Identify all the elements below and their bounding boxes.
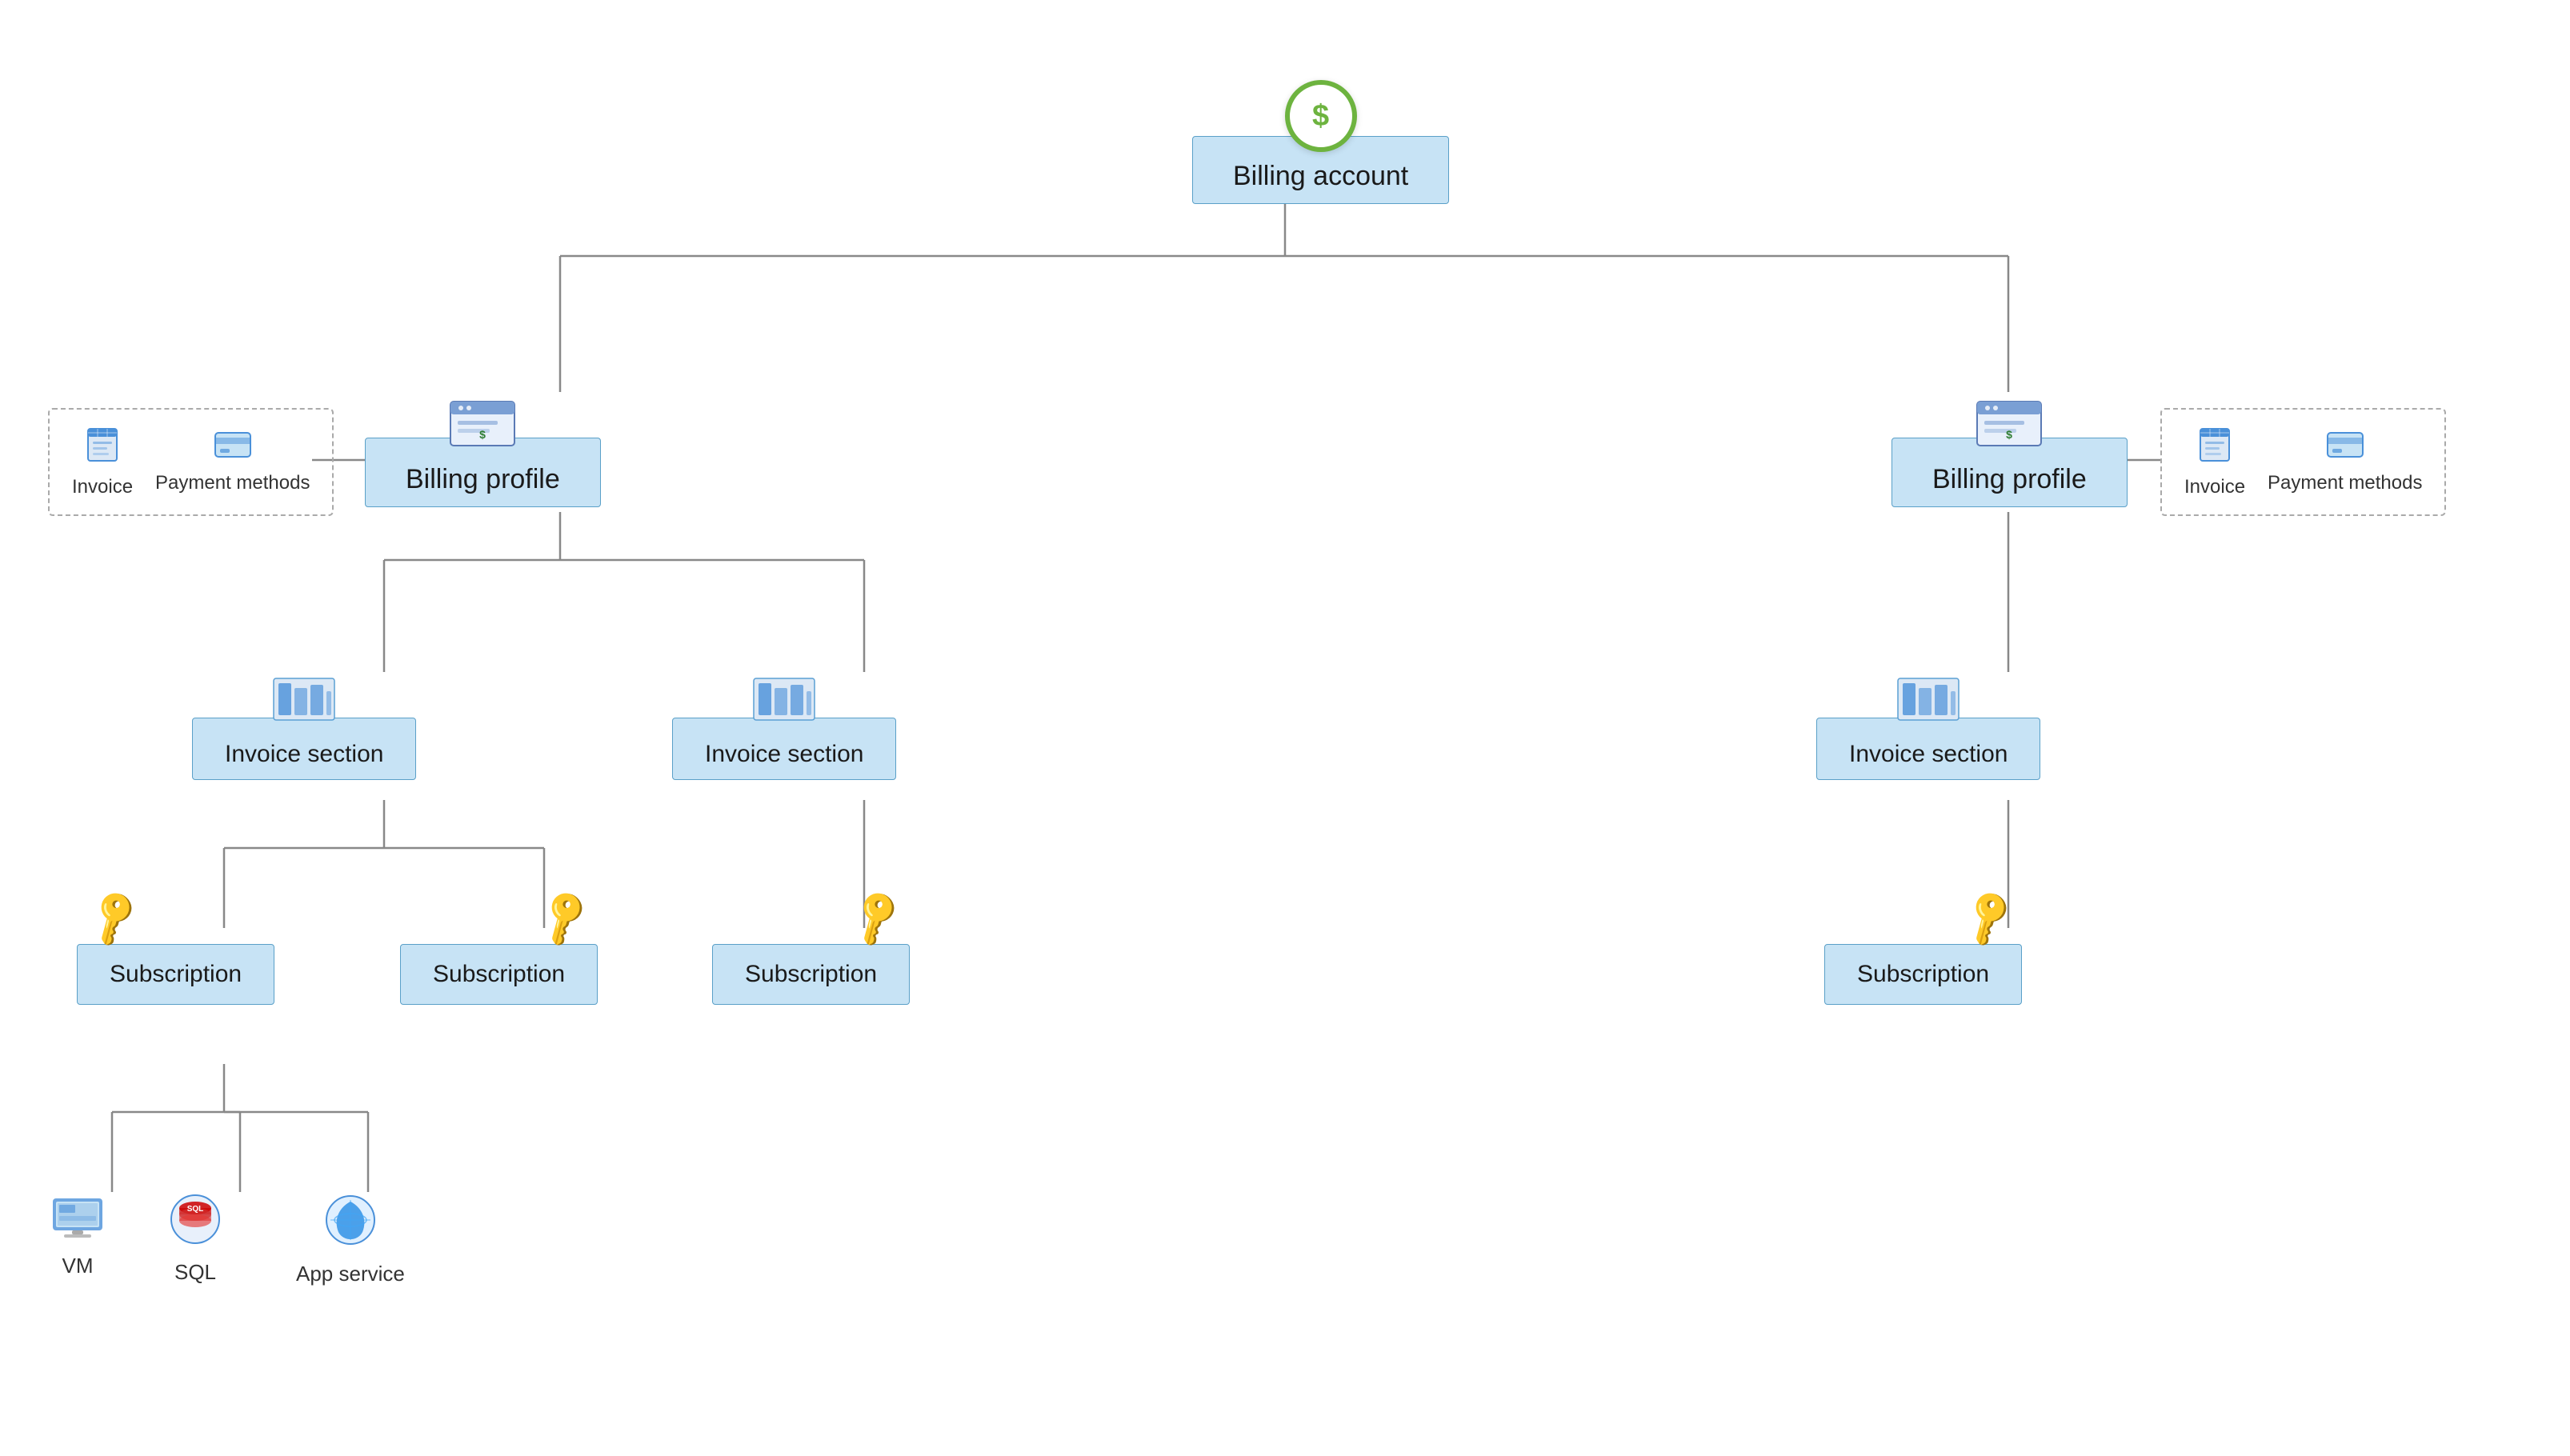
right-payment-icon — [2326, 430, 2364, 467]
billing-account-node: $ Billing account — [1192, 80, 1449, 204]
invoice-section-2-icon — [752, 672, 816, 732]
svg-text:$: $ — [479, 428, 486, 441]
right-invoice-icon — [2196, 426, 2234, 471]
left-invoice-item: Invoice — [72, 426, 133, 498]
subscription-1-key-icon: 🔑 — [81, 885, 147, 950]
vm-icon — [50, 1192, 106, 1246]
subscription-3-key-icon: 🔑 — [843, 885, 910, 950]
right-payment-item: Payment methods — [2268, 430, 2422, 494]
invoice-section-1-icon — [272, 672, 336, 732]
diagram-container: $ Billing account $ Billing profile — [0, 0, 2570, 1456]
billing-account-icon: $ — [1285, 80, 1357, 152]
invoice-section-3-node: Invoice section — [1816, 672, 2040, 780]
left-dashed-box: Invoice Payment methods — [48, 408, 334, 516]
app-service-node: App service — [296, 1192, 405, 1286]
subscription-2-box: Subscription — [400, 944, 598, 1005]
subscription-1-node: 🔑 Subscription — [77, 928, 274, 1005]
left-invoice-icon — [83, 426, 122, 471]
subscription-4-box: Subscription — [1824, 944, 2022, 1005]
sql-node: SQL SQL — [168, 1192, 222, 1285]
left-payment-icon — [214, 430, 252, 467]
billing-profile-right-node: $ Billing profile — [1891, 392, 2128, 507]
billing-profile-right-icon: $ — [1973, 392, 2045, 455]
left-payment-item: Payment methods — [155, 430, 310, 494]
subscription-1-box: Subscription — [77, 944, 274, 1005]
subscription-2-key-icon: 🔑 — [531, 885, 598, 950]
invoice-section-3-icon — [1896, 672, 1960, 732]
invoice-section-2-node: Invoice section — [672, 672, 896, 780]
right-invoice-item: Invoice — [2184, 426, 2245, 498]
subscription-2-node: 🔑 Subscription — [400, 928, 598, 1005]
invoice-section-1-node: Invoice section — [192, 672, 416, 780]
subscription-4-node: 🔑 Subscription — [1824, 928, 2022, 1005]
billing-profile-left-icon: $ — [446, 392, 518, 455]
subscription-3-box: Subscription — [712, 944, 910, 1005]
app-service-icon — [322, 1192, 378, 1254]
subscription-4-key-icon: 🔑 — [1956, 885, 2022, 950]
vm-node: VM — [50, 1192, 106, 1278]
right-dashed-box: Invoice Payment methods — [2160, 408, 2446, 516]
svg-text:$: $ — [2006, 428, 2012, 441]
sql-icon: SQL — [168, 1192, 222, 1252]
svg-text:SQL: SQL — [187, 1205, 204, 1214]
subscription-3-node: 🔑 Subscription — [712, 928, 910, 1005]
billing-profile-left-node: $ Billing profile — [365, 392, 601, 507]
